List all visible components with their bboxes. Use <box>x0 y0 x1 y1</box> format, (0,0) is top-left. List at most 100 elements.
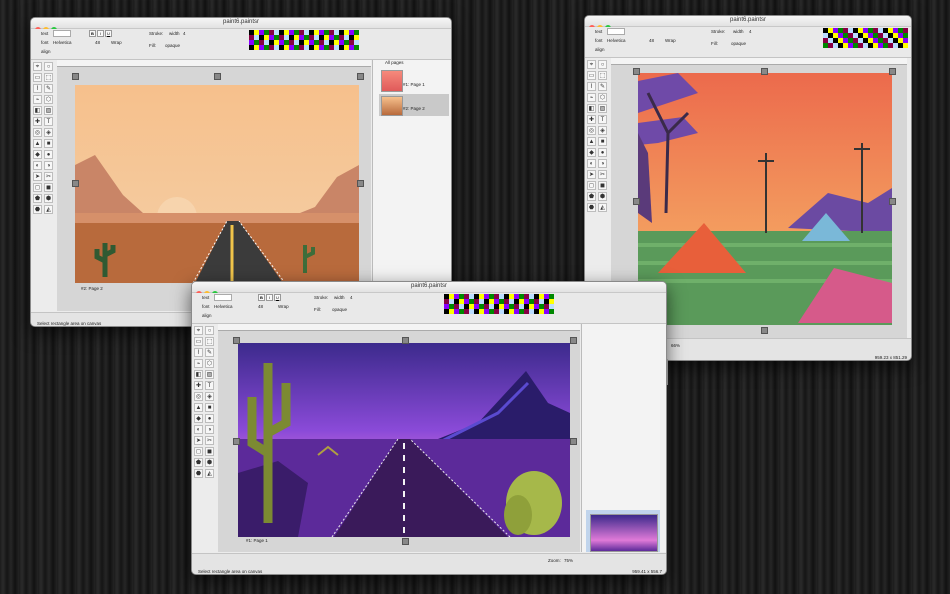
zoom-value[interactable]: 75% <box>564 558 573 563</box>
tool-button[interactable]: ◼ <box>44 183 53 192</box>
tool-button[interactable]: ⬟ <box>587 192 596 201</box>
tool-button[interactable]: ▭ <box>33 73 42 82</box>
bold-button[interactable]: B <box>258 294 265 301</box>
width-value[interactable]: 4 <box>749 29 752 34</box>
tool-button[interactable]: ✂ <box>205 436 214 445</box>
canvas-area[interactable] <box>218 324 580 552</box>
font-value[interactable]: Helvetica <box>53 40 72 45</box>
color-palette[interactable] <box>444 294 554 314</box>
tool-button[interactable]: ⬟ <box>33 194 42 203</box>
tool-button[interactable]: ○ <box>44 62 53 71</box>
selection-handle[interactable] <box>570 337 577 344</box>
tool-button[interactable]: ◼ <box>598 181 607 190</box>
tool-button[interactable]: ◐ <box>33 161 42 170</box>
selection-handle[interactable] <box>570 438 577 445</box>
selection-handle[interactable] <box>357 180 364 187</box>
tool-button[interactable]: ◈ <box>205 392 214 401</box>
tool-button[interactable]: ◧ <box>194 370 203 379</box>
tool-button[interactable]: ✚ <box>194 381 203 390</box>
selection-handle[interactable] <box>633 68 640 75</box>
selection-handle[interactable] <box>357 73 364 80</box>
tool-button[interactable]: ⬡ <box>44 95 53 104</box>
font-size-value[interactable]: 48 <box>95 40 100 45</box>
tool-button[interactable]: ⬢ <box>44 194 53 203</box>
fill-value[interactable]: opaque <box>332 307 347 312</box>
color-palette[interactable] <box>823 28 908 48</box>
tool-button[interactable]: ◭ <box>598 203 607 212</box>
font-value[interactable]: Helvetica <box>214 304 233 309</box>
zoom-value[interactable]: 66% <box>671 343 680 348</box>
selection-handle[interactable] <box>761 327 768 334</box>
font-value[interactable]: Helvetica <box>607 38 626 43</box>
selection-handle[interactable] <box>402 538 409 545</box>
tool-button[interactable]: ○ <box>205 326 214 335</box>
tool-button[interactable]: T <box>598 115 607 124</box>
tool-button[interactable]: ■ <box>44 139 53 148</box>
tool-button[interactable]: ● <box>44 150 53 159</box>
italic-button[interactable]: I <box>266 294 273 301</box>
tool-button[interactable]: ⬡ <box>598 93 607 102</box>
color-swatch[interactable] <box>549 309 554 314</box>
tool-button[interactable]: ➤ <box>194 436 203 445</box>
tool-button[interactable]: ◭ <box>205 469 214 478</box>
tool-button[interactable]: ✂ <box>598 170 607 179</box>
tool-button[interactable]: ◑ <box>598 159 607 168</box>
selection-handle[interactable] <box>233 438 240 445</box>
page-thumbnail-1[interactable] <box>381 70 403 92</box>
tool-button[interactable]: ✚ <box>587 115 596 124</box>
color-palette[interactable] <box>249 30 359 50</box>
tool-button[interactable]: ⬢ <box>205 458 214 467</box>
tool-button[interactable]: ◈ <box>44 128 53 137</box>
tool-button[interactable]: ⌁ <box>33 95 42 104</box>
tool-button[interactable]: ➤ <box>33 172 42 181</box>
color-swatch[interactable] <box>354 45 359 50</box>
tool-button[interactable]: ✚ <box>33 117 42 126</box>
tool-button[interactable]: ⌖ <box>194 326 203 335</box>
tool-button[interactable]: ● <box>598 148 607 157</box>
selection-handle[interactable] <box>402 337 409 344</box>
page-thumbnail-1[interactable] <box>590 514 658 552</box>
tool-button[interactable]: ⌁ <box>587 93 596 102</box>
tool-button[interactable]: ▨ <box>205 370 214 379</box>
wrap-label[interactable]: Wrap <box>111 40 122 45</box>
tool-button[interactable]: ◭ <box>44 205 53 214</box>
selection-handle[interactable] <box>889 68 896 75</box>
tool-button[interactable]: ⌇ <box>33 84 42 93</box>
tool-button[interactable]: ▭ <box>194 337 203 346</box>
tool-button[interactable]: ✎ <box>598 82 607 91</box>
selection-handle[interactable] <box>72 180 79 187</box>
wrap-label[interactable]: Wrap <box>278 304 289 309</box>
canvas-area[interactable] <box>57 60 371 311</box>
color-swatch[interactable] <box>903 43 908 48</box>
underline-button[interactable]: U <box>274 294 281 301</box>
tool-button[interactable]: ▨ <box>44 106 53 115</box>
canvas-camping-sunset[interactable] <box>638 73 892 325</box>
italic-button[interactable]: I <box>97 30 104 37</box>
tool-button[interactable]: ⌖ <box>587 60 596 69</box>
tool-button[interactable]: T <box>205 381 214 390</box>
tool-button[interactable]: ◑ <box>44 161 53 170</box>
tool-button[interactable]: T <box>44 117 53 126</box>
page-thumbnail-2[interactable] <box>381 96 403 116</box>
tool-button[interactable]: ◑ <box>205 425 214 434</box>
tool-button[interactable]: ○ <box>598 60 607 69</box>
title-bar[interactable]: paint6.paintsr <box>585 16 911 31</box>
canvas-desert-road[interactable] <box>75 85 359 283</box>
tool-button[interactable]: ⌇ <box>194 348 203 357</box>
tool-button[interactable]: ⬚ <box>598 71 607 80</box>
tool-button[interactable]: ▲ <box>33 139 42 148</box>
tool-button[interactable]: ◻ <box>33 183 42 192</box>
tool-button[interactable]: ▲ <box>194 403 203 412</box>
tool-button[interactable]: ■ <box>598 137 607 146</box>
tool-button[interactable]: ⌖ <box>33 62 42 71</box>
title-bar[interactable]: paint6.paintsr <box>31 18 451 33</box>
selection-handle[interactable] <box>233 337 240 344</box>
font-size-value[interactable]: 48 <box>258 304 263 309</box>
tool-button[interactable]: ⬚ <box>205 337 214 346</box>
tool-button[interactable]: ⬚ <box>44 73 53 82</box>
selection-handle[interactable] <box>214 73 221 80</box>
tool-button[interactable]: ▨ <box>598 104 607 113</box>
tool-button[interactable]: ◈ <box>598 126 607 135</box>
tool-button[interactable]: ⬡ <box>205 359 214 368</box>
tool-button[interactable]: ✎ <box>44 84 53 93</box>
